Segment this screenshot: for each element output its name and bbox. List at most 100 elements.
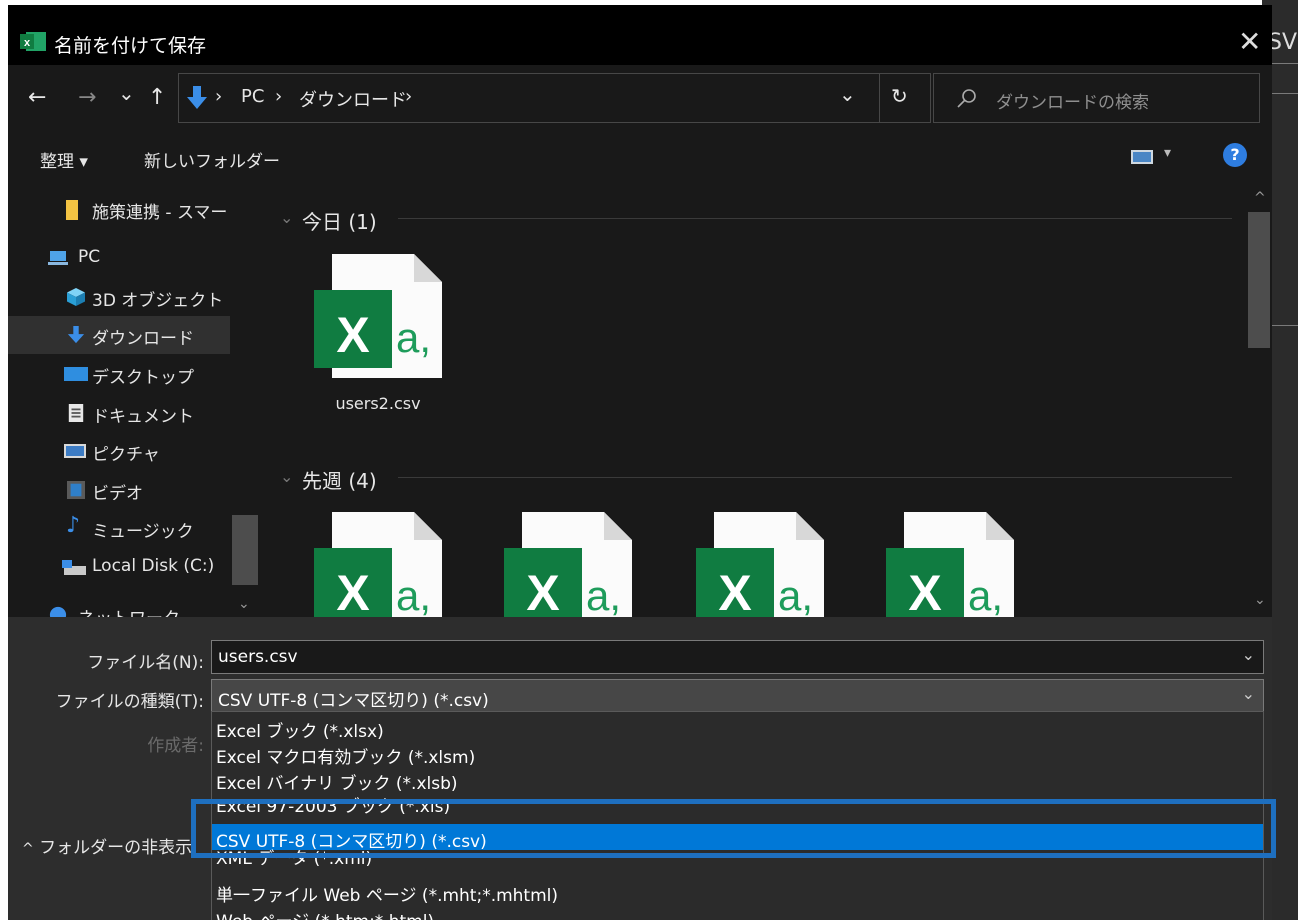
filetype-select[interactable]: CSV UTF-8 (コンマ区切り) (*.csv) ⌄ bbox=[211, 679, 1264, 713]
cube-icon bbox=[67, 288, 85, 306]
music-icon: ♪ bbox=[66, 513, 81, 538]
address-bar[interactable]: › PC › ダウンロード › ⌄ ↻ bbox=[178, 73, 931, 123]
file-list-scroll-thumb[interactable] bbox=[1248, 212, 1270, 348]
csv-file-icon: X a, bbox=[314, 254, 442, 378]
search-icon bbox=[957, 89, 976, 108]
sidebar-item-label: 施策連携 - スマー bbox=[92, 203, 228, 223]
disk-icon bbox=[62, 560, 86, 575]
file-item[interactable]: X a, bbox=[498, 510, 638, 617]
excel-x-glyph: X bbox=[336, 565, 369, 617]
search-placeholder: ダウンロードの検索 bbox=[996, 93, 1149, 113]
option-label: 単一ファイル Web ページ (*.mht;*.mhtml) bbox=[216, 886, 559, 906]
group-collapse-icon[interactable]: ⌄ bbox=[280, 467, 293, 486]
close-button[interactable]: ✕ bbox=[1238, 25, 1261, 58]
author-label: 作成者: bbox=[147, 736, 204, 756]
sidebar-item-music[interactable]: ♪ ミュージック bbox=[8, 509, 230, 547]
sidebar-item-desktop[interactable]: デスクトップ bbox=[8, 355, 230, 393]
group-header-today[interactable]: 今日 (1) bbox=[302, 206, 377, 235]
filetype-option[interactable]: Excel マクロ有効ブック (*.xlsm) bbox=[212, 740, 1263, 768]
option-label: Web ページ (*.htm;*.html) bbox=[216, 907, 434, 920]
help-icon[interactable]: ? bbox=[1223, 143, 1247, 167]
scroll-down-icon[interactable]: ⌄ bbox=[1254, 592, 1266, 608]
desktop-icon bbox=[64, 367, 88, 381]
csv-file-icon: X a, bbox=[314, 512, 442, 617]
filetype-label: ファイルの種類(T): bbox=[55, 692, 204, 712]
scroll-down-icon[interactable]: ⌄ bbox=[238, 596, 250, 612]
breadcrumb-separator: › bbox=[275, 86, 283, 107]
back-button[interactable]: ← bbox=[28, 85, 46, 110]
file-item[interactable]: X a, bbox=[880, 510, 1020, 617]
sidebar-scrollbar[interactable]: ⌄ bbox=[230, 182, 260, 617]
sidebar-item-downloads[interactable]: ダウンロード bbox=[8, 316, 230, 354]
command-bar: 整理 ▾ 新しいフォルダー ▾ ? bbox=[8, 129, 1272, 181]
filetype-option[interactable]: 単一ファイル Web ページ (*.mht;*.mhtml) bbox=[212, 878, 1263, 906]
breadcrumb-downloads[interactable]: ダウンロード bbox=[299, 86, 407, 112]
chevron-down-icon[interactable]: ⌄ bbox=[1242, 645, 1255, 664]
chevron-down-icon[interactable]: ⌄ bbox=[1242, 684, 1255, 703]
sidebar-item-label: ドキュメント bbox=[92, 407, 194, 427]
sidebar-item-label: ピクチャ bbox=[92, 445, 160, 465]
forward-button[interactable]: → bbox=[78, 85, 96, 110]
navigation-pane: 施策連携 - スマー ^ PC 3D オブジェクト ダウンロード デスクトップ … bbox=[8, 182, 260, 629]
file-item[interactable]: X a, bbox=[690, 510, 830, 617]
dialog-title: 名前を付けて保存 bbox=[54, 35, 207, 57]
filetype-option[interactable]: Excel バイナリ ブック (*.xlsb) bbox=[212, 766, 1263, 794]
view-dropdown-icon[interactable]: ▾ bbox=[1164, 145, 1171, 161]
scroll-up-icon[interactable]: ^ bbox=[1254, 190, 1266, 206]
hide-folders-label: フォルダーの非表示 bbox=[39, 838, 193, 858]
view-options-icon[interactable] bbox=[1131, 150, 1157, 166]
organize-menu[interactable]: 整理 ▾ bbox=[40, 147, 88, 172]
sidebar-item-pc[interactable]: PC bbox=[8, 239, 230, 277]
sidebar-item-label: ビデオ bbox=[92, 484, 143, 504]
address-divider bbox=[879, 74, 880, 122]
csv-a-glyph: a, bbox=[396, 314, 431, 361]
svg-text:x: x bbox=[24, 37, 31, 49]
csv-a-glyph: a, bbox=[586, 572, 621, 617]
breadcrumb-separator: › bbox=[405, 86, 413, 107]
group-divider bbox=[398, 218, 1232, 219]
sidebar-item-3d-objects[interactable]: 3D オブジェクト bbox=[8, 278, 230, 316]
file-list-scrollbar[interactable]: ^ ⌄ bbox=[1246, 182, 1272, 617]
filename-label: ファイル名(N): bbox=[87, 653, 204, 673]
file-item[interactable]: X a, users2.csv bbox=[308, 252, 448, 417]
group-header-last-week[interactable]: 先週 (4) bbox=[302, 465, 377, 494]
sidebar-item-videos[interactable]: ビデオ bbox=[8, 471, 230, 509]
download-arrow-icon bbox=[187, 86, 207, 109]
group-collapse-icon[interactable]: ⌄ bbox=[280, 208, 293, 227]
file-item[interactable]: X a, bbox=[308, 510, 448, 617]
video-icon bbox=[67, 481, 85, 499]
chevron-up-icon: ^ bbox=[22, 841, 34, 857]
csv-a-glyph: a, bbox=[968, 572, 1003, 617]
excel-x-glyph: X bbox=[908, 565, 941, 617]
address-dropdown-icon[interactable]: ⌄ bbox=[839, 82, 856, 106]
highlight-annotation bbox=[191, 799, 1276, 858]
file-name: users2.csv bbox=[335, 394, 421, 413]
background-divider bbox=[1272, 93, 1298, 94]
excel-x-glyph: X bbox=[526, 565, 559, 617]
refresh-button[interactable]: ↻ bbox=[891, 84, 908, 108]
filename-value: users.csv bbox=[218, 647, 298, 667]
sidebar-item-label: PC bbox=[78, 247, 101, 267]
sidebar-item-label: 3D オブジェクト bbox=[92, 291, 224, 311]
new-folder-button[interactable]: 新しいフォルダー bbox=[144, 147, 280, 172]
sidebar-item-pictures[interactable]: ピクチャ bbox=[8, 432, 230, 470]
filetype-option[interactable]: Excel ブック (*.xlsx) bbox=[212, 714, 1263, 742]
sidebar-item-local-disk[interactable]: Local Disk (C:) bbox=[8, 548, 230, 586]
hide-folders-button[interactable]: ^ フォルダーの非表示 bbox=[22, 833, 192, 858]
filename-input[interactable]: users.csv ⌄ bbox=[211, 640, 1264, 674]
up-button[interactable]: ↑ bbox=[148, 85, 166, 110]
background-divider bbox=[1272, 63, 1298, 64]
csv-a-glyph: a, bbox=[396, 572, 431, 617]
breadcrumb-pc[interactable]: PC bbox=[241, 86, 264, 107]
search-box[interactable]: ダウンロードの検索 bbox=[933, 73, 1260, 123]
sidebar-item-documents[interactable]: ドキュメント bbox=[8, 394, 230, 432]
sidebar-scroll-thumb[interactable] bbox=[232, 515, 258, 585]
title-bar: x 名前を付けて保存 ✕ bbox=[8, 5, 1272, 65]
option-label: Excel マクロ有効ブック (*.xlsm) bbox=[216, 748, 476, 768]
recent-locations-button[interactable]: ⌄ bbox=[118, 81, 135, 105]
filetype-option[interactable]: Web ページ (*.htm;*.html) bbox=[212, 904, 1263, 920]
document-icon bbox=[68, 404, 84, 422]
sidebar-item-folder[interactable]: 施策連携 - スマー bbox=[8, 190, 230, 228]
csv-file-icon: X a, bbox=[886, 512, 1014, 617]
option-label: Excel バイナリ ブック (*.xlsb) bbox=[216, 774, 458, 794]
